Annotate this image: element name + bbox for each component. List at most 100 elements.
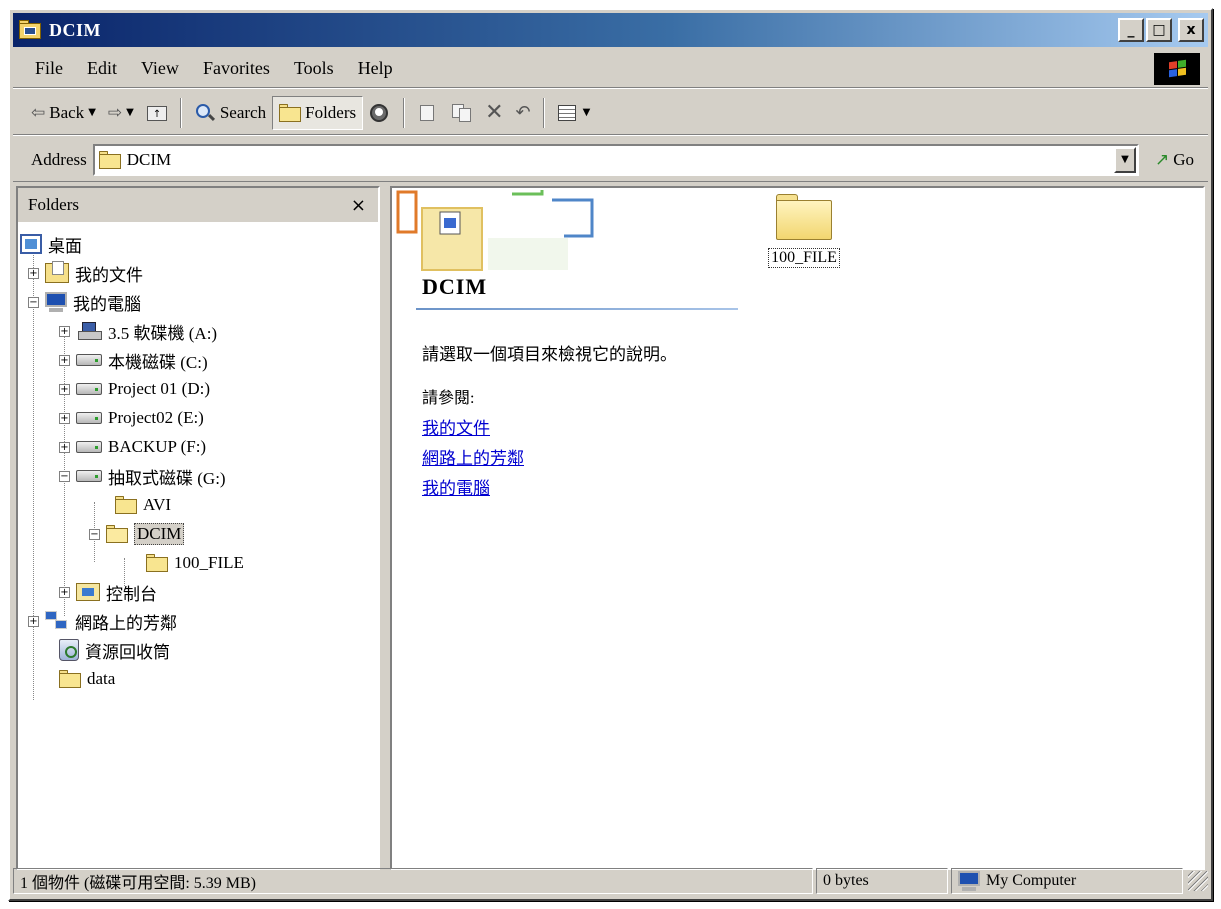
menu-edit[interactable]: Edit — [75, 58, 129, 79]
window-title: DCIM — [49, 19, 101, 40]
close-icon[interactable]: × — [351, 195, 366, 216]
desktop-icon — [20, 234, 42, 254]
tree-item-100-file[interactable]: 100_FILE — [146, 549, 244, 577]
tree-item-desktop[interactable]: 桌面 — [20, 230, 82, 258]
tree-item-my-documents[interactable]: + 我的文件 — [28, 259, 143, 287]
hard-drive-icon — [76, 441, 102, 453]
toolbar-separator — [179, 97, 182, 128]
go-button[interactable]: ↗ Go — [1139, 150, 1208, 170]
go-label: Go — [1173, 149, 1194, 169]
expand-icon[interactable]: + — [28, 615, 39, 627]
expand-icon[interactable]: + — [59, 586, 70, 598]
folder-icon — [776, 194, 832, 240]
forward-arrow-icon: ⇨ — [107, 102, 123, 123]
tree-item-drive-g[interactable]: − 抽取式磁碟 (G:) — [59, 462, 226, 490]
collapse-icon[interactable]: − — [89, 528, 100, 540]
address-input[interactable]: DCIM ▼ — [92, 143, 1139, 176]
expand-icon[interactable]: + — [59, 325, 70, 337]
tree-item-label: 網路上的芳鄰 — [75, 613, 177, 633]
views-icon — [557, 103, 579, 123]
copy-to-button[interactable] — [445, 96, 479, 130]
delete-button[interactable]: ✕ — [479, 96, 509, 130]
back-arrow-icon: ⇦ — [31, 102, 46, 123]
tree-item-avi[interactable]: AVI — [115, 491, 171, 519]
back-button[interactable]: ⇦ Back ▼ — [13, 96, 102, 130]
tree-item-label: 我的文件 — [75, 265, 143, 285]
tree-item-drive-d[interactable]: + Project 01 (D:) — [59, 375, 210, 403]
floppy-drive-icon — [76, 322, 102, 340]
folder-icon — [59, 670, 81, 688]
menu-favorites[interactable]: Favorites — [191, 58, 282, 79]
tree-item-control-panel[interactable]: + 控制台 — [59, 578, 157, 606]
resize-grip[interactable] — [1188, 871, 1208, 891]
collapse-icon[interactable]: − — [28, 296, 39, 308]
menu-file[interactable]: File — [13, 58, 75, 79]
folder-icon — [146, 554, 168, 572]
up-folder-button[interactable]: ↑ — [140, 96, 174, 130]
chevron-down-icon[interactable]: ▼ — [88, 107, 96, 118]
tree-item-recycle-bin[interactable]: 資源回收筒 — [59, 636, 170, 664]
folder-heading: DCIM — [422, 274, 488, 299]
tree-item-my-computer[interactable]: − 我的電腦 — [28, 288, 141, 316]
link-my-computer[interactable]: 我的電腦 — [422, 474, 490, 499]
expand-icon[interactable]: + — [59, 441, 70, 453]
folders-icon — [279, 103, 302, 122]
link-network[interactable]: 網路上的芳鄰 — [422, 444, 524, 469]
delete-icon: ✕ — [485, 100, 504, 125]
content-pane: DCIM 請選取一個項目來檢視它的說明。 請參閱: 我的文件 網路上的芳鄰 我的… — [390, 186, 1205, 870]
folders-button[interactable]: Folders — [272, 95, 364, 130]
maximize-button[interactable]: □ — [1146, 18, 1172, 42]
window-controls: _ □ x — [1118, 18, 1204, 42]
menu-view[interactable]: View — [129, 58, 191, 79]
standard-toolbar: ⇦ Back ▼ ⇨ ▼ ↑ Search Folders ✕ ↶ ▼ — [13, 91, 1208, 135]
forward-button[interactable]: ⇨ ▼ — [102, 96, 140, 130]
tree-item-dcim[interactable]: − DCIM — [89, 520, 185, 548]
chevron-down-icon[interactable]: ▼ — [126, 107, 134, 118]
folder-icon — [115, 496, 137, 514]
move-to-icon — [417, 103, 439, 123]
tree-item-drive-f[interactable]: + BACKUP (F:) — [59, 433, 206, 461]
tree-item-data[interactable]: data — [59, 665, 115, 693]
file-item-100-file[interactable]: 100_FILE — [756, 194, 852, 268]
folder-icon — [98, 150, 121, 169]
folders-pane: Folders × 桌面 + 我的文件 − 我的電腦 + 3.5 軟碟機 (A:… — [16, 186, 380, 870]
status-zone-label: My Computer — [986, 872, 1077, 889]
history-button[interactable] — [363, 96, 397, 130]
tree-item-label: 桌面 — [48, 236, 82, 256]
expand-icon[interactable]: + — [28, 267, 39, 279]
toolbar-separator — [403, 97, 406, 128]
chevron-down-icon[interactable]: ▼ — [1113, 146, 1136, 173]
tree-item-network[interactable]: + 網路上的芳鄰 — [28, 607, 177, 635]
close-button[interactable]: x — [1178, 18, 1204, 42]
tree-item-label: AVI — [143, 495, 172, 514]
undo-button[interactable]: ↶ — [510, 96, 537, 130]
menu-tools[interactable]: Tools — [282, 58, 346, 79]
collapse-icon[interactable]: − — [59, 470, 70, 482]
minimize-button[interactable]: _ — [1118, 18, 1144, 42]
tree-item-drive-c[interactable]: + 本機磁碟 (C:) — [59, 346, 208, 374]
move-to-button[interactable] — [411, 96, 445, 130]
search-label: Search — [219, 102, 267, 122]
heading-divider — [416, 308, 738, 310]
views-button[interactable]: ▼ — [551, 96, 597, 130]
tree-item-drive-e[interactable]: + Project02 (E:) — [59, 404, 204, 432]
search-icon — [194, 103, 216, 123]
expand-icon[interactable]: + — [59, 412, 70, 424]
history-icon — [369, 103, 391, 123]
search-button[interactable]: Search — [188, 96, 272, 130]
title-bar[interactable]: DCIM _ □ x — [13, 13, 1208, 47]
tree-item-label: Project 01 (D:) — [108, 379, 210, 398]
tree-item-label: 控制台 — [106, 584, 157, 604]
status-size: 0 bytes — [816, 868, 948, 894]
expand-icon[interactable]: + — [59, 383, 70, 395]
link-my-documents[interactable]: 我的文件 — [422, 414, 490, 439]
menu-help[interactable]: Help — [346, 58, 405, 79]
network-icon — [45, 611, 69, 631]
tree-item-floppy[interactable]: + 3.5 軟碟機 (A:) — [59, 317, 217, 345]
expand-icon[interactable]: + — [59, 354, 70, 366]
address-label: Address — [31, 149, 87, 169]
removable-drive-icon — [76, 470, 102, 482]
chevron-down-icon[interactable]: ▼ — [583, 107, 591, 118]
hard-drive-icon — [76, 412, 102, 424]
folder-banner-graphic — [396, 190, 594, 271]
